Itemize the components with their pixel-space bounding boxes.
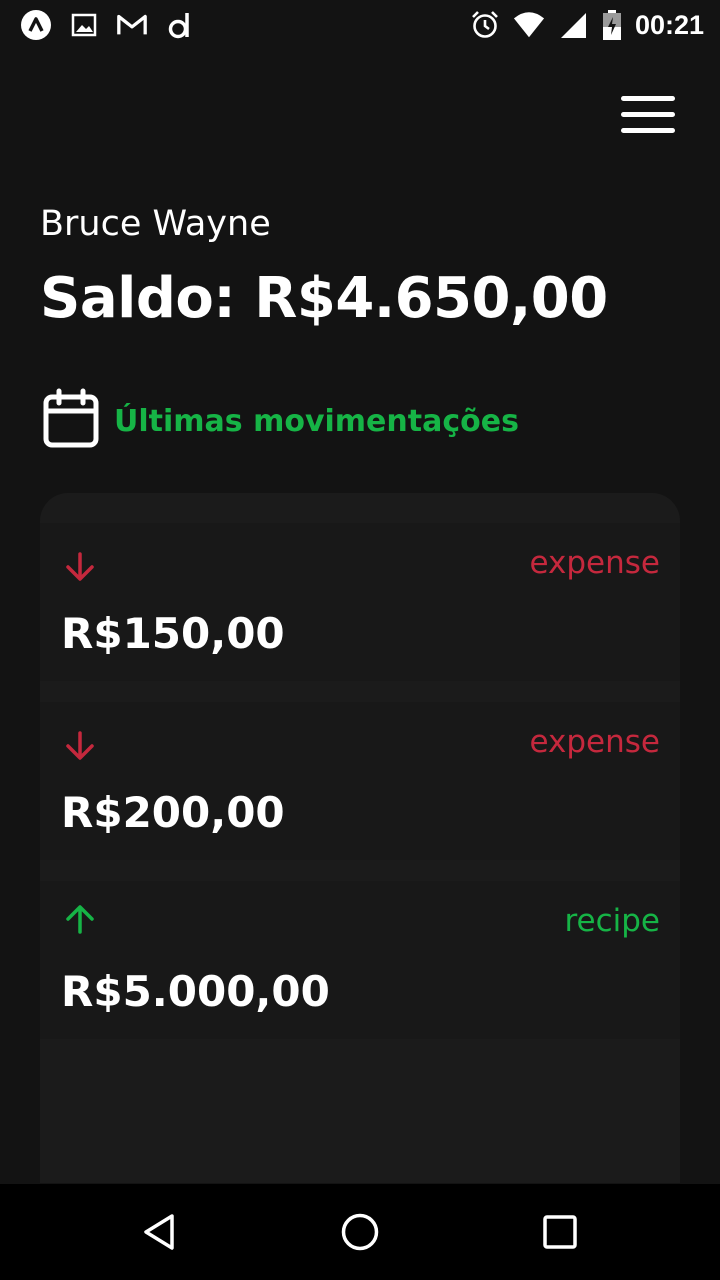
account-balance: Saldo: R$4.650,00 <box>40 266 608 331</box>
arrow-up-icon <box>62 901 98 937</box>
menu-bar-line <box>621 111 675 117</box>
transactions-list: expense R$150,00 expense R$200,00 recipe… <box>40 493 680 1183</box>
back-triangle-icon[interactable] <box>132 1204 188 1260</box>
cell-signal-icon <box>557 9 589 41</box>
hamburger-menu-icon[interactable] <box>614 86 682 142</box>
home-circle-icon[interactable] <box>332 1204 388 1260</box>
section-title: Últimas movimentações <box>114 403 519 439</box>
clock-time: 00:21 <box>634 9 704 40</box>
transaction-type: recipe <box>564 903 660 939</box>
transaction-type: expense <box>529 545 661 581</box>
user-name: Bruce Wayne <box>40 204 271 244</box>
transaction-item[interactable]: recipe R$5.000,00 <box>40 881 680 1039</box>
wifi-icon <box>513 9 545 41</box>
status-bar: 00:21 <box>0 0 720 50</box>
alarm-icon <box>469 9 501 41</box>
arrow-down-icon <box>62 549 98 585</box>
section-header: Últimas movimentações <box>40 388 519 454</box>
menu-bar-line <box>621 95 675 101</box>
transaction-item[interactable]: expense R$200,00 <box>40 702 680 860</box>
recents-square-icon[interactable] <box>532 1204 588 1260</box>
app-a-icon <box>20 9 52 41</box>
battery-icon <box>601 9 623 41</box>
arrow-down-icon <box>62 728 98 764</box>
navigation-bar <box>0 1184 720 1280</box>
notification-icons <box>20 8 196 42</box>
transaction-amount: R$150,00 <box>61 609 285 658</box>
transaction-item[interactable]: expense R$150,00 <box>40 523 680 681</box>
transaction-type: expense <box>529 724 661 760</box>
image-icon <box>68 9 100 41</box>
menu-bar-line <box>621 127 675 133</box>
transaction-amount: R$5.000,00 <box>61 967 330 1016</box>
transaction-amount: R$200,00 <box>61 788 285 837</box>
gmail-icon <box>116 9 148 41</box>
app-d-icon <box>164 9 196 41</box>
calendar-icon <box>40 387 100 455</box>
system-icons: 00:21 <box>469 8 704 42</box>
